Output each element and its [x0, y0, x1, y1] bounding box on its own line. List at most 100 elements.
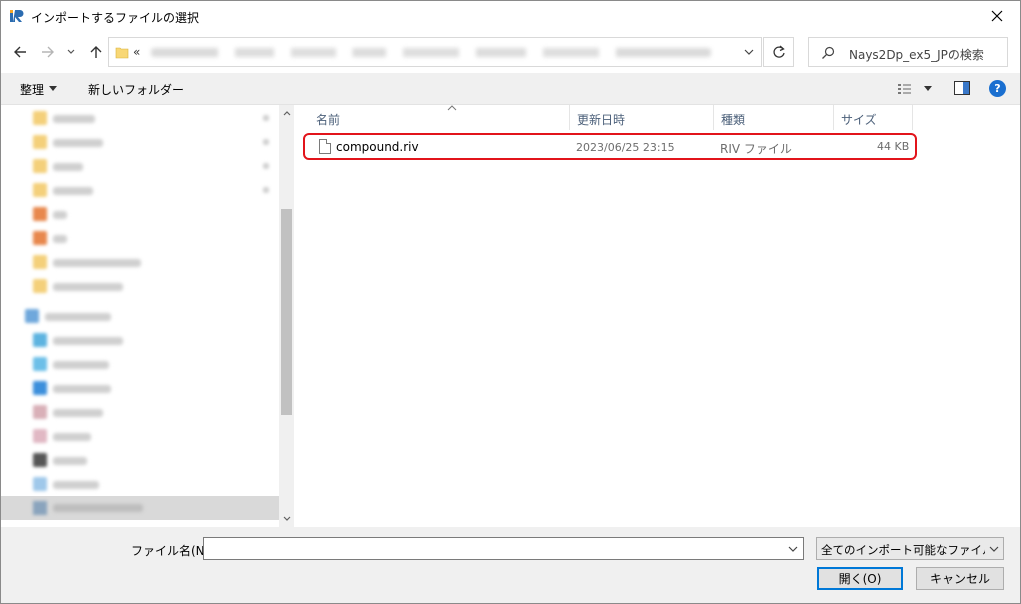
open-button[interactable]: 開く(O): [817, 567, 903, 590]
pin-icon: [263, 163, 269, 169]
filename-history-dropdown[interactable]: [785, 541, 801, 557]
address-bar[interactable]: «: [108, 37, 762, 67]
download-icon: [33, 357, 47, 371]
drive-icon: [33, 501, 47, 515]
file-open-dialog: インポートするファイルの選択 « Nays2Dp_ex5_JPの検索 整理 新し…: [0, 0, 1021, 604]
nav-item-label-redacted: [53, 187, 93, 195]
refresh-button[interactable]: [763, 37, 794, 67]
nav-item-label-redacted: [53, 433, 91, 441]
arrow-up-icon: [90, 46, 102, 58]
file-row-highlighted[interactable]: compound.riv 2023/06/25 23:15 RIV ファイル 4…: [303, 133, 917, 160]
column-name-label: 名前: [316, 113, 341, 127]
file-type-filter[interactable]: 全てのインポート可能なファイル (*.tpo: [816, 537, 1004, 560]
iric-app-icon: [10, 10, 24, 22]
nav-item-label-redacted: [53, 115, 95, 123]
file-list: 名前 更新日時 種類 サイズ compound.riv 2023/06/25 2…: [297, 105, 1020, 527]
nav-item-label-redacted: [53, 361, 109, 369]
dialog-footer: ファイル名(N): 全てのインポート可能なファイル (*.tpo 開く(O) キ…: [1, 527, 1020, 603]
title-bar: インポートするファイルの選択: [1, 1, 1020, 31]
nav-item-selected[interactable]: [1, 496, 279, 520]
search-field[interactable]: Nays2Dp_ex5_JPの検索: [808, 37, 1008, 67]
nav-item-label-redacted: [53, 259, 141, 267]
folder-icon: [33, 207, 47, 221]
folder-icon: [115, 47, 129, 59]
file-type: RIV ファイル: [720, 142, 792, 156]
refresh-icon: [772, 45, 785, 58]
pin-icon: [263, 115, 269, 121]
folder-icon: [33, 231, 47, 245]
folder-icon: [33, 111, 47, 125]
address-history-dropdown[interactable]: [741, 44, 757, 60]
documents-icon: [33, 405, 47, 419]
command-bar: 整理 新しいフォルダー ?: [1, 73, 1020, 105]
chevron-down-icon: [744, 49, 754, 55]
file-date: 2023/06/25 23:15: [576, 141, 675, 154]
search-placeholder: Nays2Dp_ex5_JPの検索: [849, 48, 984, 62]
organize-menu[interactable]: 整理: [20, 81, 44, 98]
nav-item-label-redacted: [45, 313, 111, 321]
folder-icon: [33, 159, 47, 173]
nav-item-label-redacted: [53, 337, 123, 345]
search-icon: [822, 46, 835, 59]
file-icon: [319, 139, 331, 154]
chevron-down-icon: [283, 516, 290, 521]
close-button[interactable]: [974, 1, 1020, 31]
forward-button[interactable]: [37, 40, 59, 64]
help-icon[interactable]: ?: [989, 80, 1006, 97]
filename-label: ファイル名(N):: [131, 544, 214, 558]
window-title: インポートするファイルの選択: [31, 11, 200, 25]
folder-icon: [33, 279, 47, 293]
filter-dropdown-button[interactable]: [987, 541, 1001, 557]
new-folder-button[interactable]: 新しいフォルダー: [88, 81, 184, 98]
view-options-icon[interactable]: [897, 81, 913, 97]
back-button[interactable]: [9, 40, 31, 64]
column-header-type[interactable]: 種類: [714, 105, 834, 130]
chevron-down-icon: [67, 49, 75, 54]
file-name: compound.riv: [336, 140, 419, 154]
folder-icon: [33, 255, 47, 269]
nav-scrollbar[interactable]: [279, 105, 294, 527]
nav-item-label-redacted: [53, 211, 67, 219]
column-date-label: 更新日時: [577, 113, 626, 127]
videos-icon: [33, 453, 47, 467]
up-button[interactable]: [85, 40, 107, 64]
nav-item-label-redacted: [53, 139, 103, 147]
nav-item-label-redacted: [53, 457, 87, 465]
recent-locations-button[interactable]: [63, 40, 79, 64]
scroll-up-button[interactable]: [279, 105, 294, 122]
address-row: « Nays2Dp_ex5_JPの検索: [1, 35, 1020, 69]
pin-icon: [263, 139, 269, 145]
column-size-label: サイズ: [841, 113, 877, 127]
nav-item-label-redacted: [53, 235, 67, 243]
folder-icon: [33, 183, 47, 197]
scroll-thumb[interactable]: [281, 209, 292, 415]
desktop-icon: [33, 381, 47, 395]
chevron-down-icon: [788, 546, 798, 552]
3d-objects-icon: [33, 333, 47, 347]
preview-pane-icon[interactable]: [954, 81, 970, 95]
folder-icon: [33, 135, 47, 149]
column-header-size[interactable]: サイズ: [834, 105, 913, 130]
music-icon: [33, 477, 47, 491]
pin-icon: [263, 187, 269, 193]
nav-item-label-redacted: [53, 163, 83, 171]
caret-down-icon: [49, 86, 57, 91]
arrow-left-icon: [14, 46, 26, 58]
sort-ascending-icon: [447, 105, 457, 111]
column-header-date[interactable]: 更新日時: [570, 105, 714, 130]
filename-input[interactable]: [203, 537, 804, 560]
chevron-down-icon: [989, 546, 999, 552]
breadcrumb-overflow[interactable]: «: [133, 45, 140, 59]
computer-icon: [25, 309, 39, 323]
view-caret-down-icon[interactable]: [924, 86, 932, 91]
column-type-label: 種類: [721, 113, 746, 127]
cancel-button[interactable]: キャンセル: [916, 567, 1004, 590]
nav-item-label-redacted: [53, 481, 99, 489]
file-type-filter-value: 全てのインポート可能なファイル (*.tpo: [821, 543, 985, 557]
breadcrumb-path-redacted: [151, 48, 711, 57]
column-header-name[interactable]: 名前: [309, 105, 570, 130]
nav-item-label-redacted: [53, 283, 123, 291]
nav-item-label-redacted: [53, 409, 103, 417]
scroll-down-button[interactable]: [279, 510, 294, 527]
navigation-pane: [1, 105, 295, 527]
